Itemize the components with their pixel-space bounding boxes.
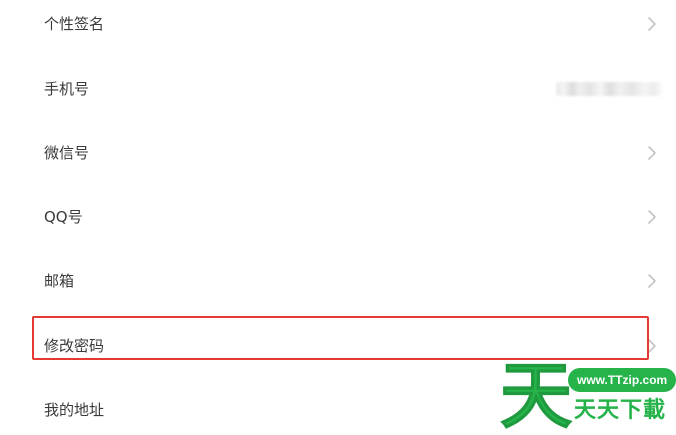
watermark-logo: 天 www.TTzip.com 天天下載 (499, 356, 676, 435)
chevron-right-icon (648, 146, 656, 160)
chevron-right-icon (648, 17, 656, 31)
chevron-right-icon (648, 339, 656, 353)
settings-item-label: 手机号 (44, 80, 90, 98)
settings-item-email[interactable]: 邮箱 (0, 257, 676, 305)
settings-item-label: QQ号 (44, 208, 83, 226)
phone-value-blurred (556, 82, 662, 96)
settings-item-label: 微信号 (44, 144, 90, 162)
settings-item-label: 个性签名 (44, 15, 105, 33)
settings-item-label: 邮箱 (44, 272, 75, 290)
chevron-right-icon (648, 210, 656, 224)
watermark-url: www.TTzip.com (568, 368, 676, 392)
chevron-right-icon (648, 274, 656, 288)
settings-item-qq[interactable]: QQ号 (0, 193, 676, 241)
watermark-logo-char: 天 (499, 354, 573, 435)
settings-item-label: 我的地址 (44, 401, 105, 419)
watermark-name: 天天下載 (574, 398, 667, 423)
settings-item-signature[interactable]: 个性签名 (0, 0, 676, 48)
settings-item-wechat[interactable]: 微信号 (0, 129, 676, 177)
settings-item-phone[interactable]: 手机号 (0, 65, 676, 113)
settings-item-label: 修改密码 (44, 337, 105, 355)
